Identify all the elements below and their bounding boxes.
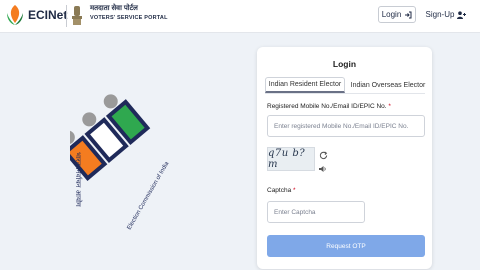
tab-indian-resident[interactable]: Indian Resident Elector xyxy=(265,77,345,93)
national-emblem-icon xyxy=(72,6,82,25)
eci-logo: भारत निर्वाचन आयोग Election Commission o… xyxy=(70,94,171,231)
login-title: Login xyxy=(332,59,357,69)
portal-title-english: VOTERS' SERVICE PORTAL xyxy=(90,15,168,21)
captcha-input[interactable] xyxy=(267,201,365,223)
captcha-label-text: Captcha xyxy=(267,187,292,194)
tab-indian-overseas[interactable]: Indian Overseas Elector xyxy=(349,77,427,93)
header-login-button[interactable]: Login xyxy=(378,6,416,23)
login-arrow-icon xyxy=(405,11,412,18)
tab-underline xyxy=(265,93,425,94)
id-input[interactable] xyxy=(267,115,425,137)
captcha-field-label: Captcha * xyxy=(267,187,296,194)
header-signup-label: Sign-Up xyxy=(425,10,455,19)
header-login-label: Login xyxy=(381,10,402,19)
header-signup-button[interactable]: Sign-Up xyxy=(422,6,470,23)
required-mark: * xyxy=(388,103,391,110)
user-plus-icon xyxy=(457,10,467,19)
id-field-label: Registered Mobile No./Email ID/EPIC No. … xyxy=(267,103,391,110)
eci-english-text: Election Commission of India xyxy=(127,160,171,231)
request-otp-button[interactable]: Request OTP xyxy=(267,235,425,257)
refresh-icon[interactable] xyxy=(319,151,328,160)
top-header: ECINet मतदाता सेवा पोर्टल VOTERS' SERVIC… xyxy=(0,0,480,33)
captcha-image: q7u b?m xyxy=(267,147,315,171)
header-divider xyxy=(66,5,67,27)
login-card: Login Indian Resident Elector Indian Ove… xyxy=(257,47,432,269)
ecinet-logo-icon xyxy=(7,5,23,25)
portal-title-hindi: मतदाता सेवा पोर्टल xyxy=(90,5,138,12)
id-label-text: Registered Mobile No./Email ID/EPIC No. xyxy=(267,103,387,110)
eci-hindi-text: भारत निर्वाचन आयोग xyxy=(74,152,83,208)
audio-icon[interactable] xyxy=(319,165,327,173)
required-mark: * xyxy=(293,187,296,194)
brand-name: ECINet xyxy=(28,8,68,22)
